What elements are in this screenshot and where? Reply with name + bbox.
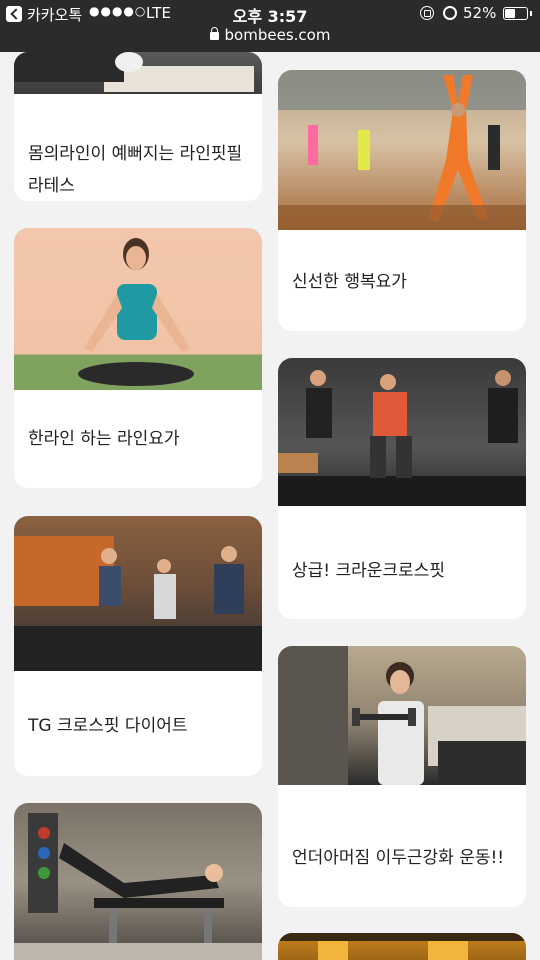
alarm-icon: [443, 6, 457, 20]
card-bench-exercise[interactable]: [14, 803, 262, 960]
pilates-illustration: [14, 52, 254, 92]
clock: 오후 3:57: [232, 7, 308, 26]
url-domain[interactable]: bombees.com: [225, 26, 331, 44]
piggyback-illustration: [14, 536, 262, 671]
bench-exercise-photo: [14, 803, 262, 960]
bicep-curl-illustration: [278, 646, 526, 785]
card-title[interactable]: 상급! 크라운크로스핏: [292, 555, 512, 587]
address-bar[interactable]: bombees.com: [0, 26, 540, 48]
card-gym-interior[interactable]: [278, 933, 526, 960]
battery-percentage: 52%: [463, 4, 497, 22]
card-title[interactable]: 언더아머짐 이두근강화 운동!!: [292, 842, 512, 874]
rotation-lock-icon: [420, 6, 434, 20]
status-bar: 카카오톡 ●●●●○ LTE 오후 3:57 52% bombees.com: [0, 0, 540, 52]
card-title[interactable]: 몸의라인이 예뻐지는 라인핏필라테스: [28, 138, 248, 201]
piggyback-training-photo: [14, 516, 262, 671]
card-tg-crossfit[interactable]: TG 크로스핏 다이어트: [14, 516, 262, 776]
bicep-curl-photo: [278, 646, 526, 785]
meditation-illustration: [78, 238, 194, 386]
crossfit-class-photo: [278, 358, 526, 506]
secure-lock-icon: [209, 27, 219, 40]
crossfit-illustration: [278, 370, 526, 506]
card-title[interactable]: 신선한 행복요가: [292, 266, 512, 298]
battery-level: [505, 9, 515, 18]
card-title[interactable]: TG 크로스핏 다이어트: [28, 710, 248, 742]
card-underarmour-gym[interactable]: 언더아머짐 이두근강화 운동!!: [278, 646, 526, 907]
gym-interior-illustration: [278, 933, 526, 960]
gym-interior-photo: [278, 933, 526, 960]
card-title[interactable]: 한라인 하는 라인요가: [28, 423, 248, 455]
meditation-photo: [14, 228, 262, 390]
yoga-class-illustration: [278, 70, 526, 230]
card-pilates[interactable]: 몸의라인이 예뻐지는 라인핏필라테스: [14, 52, 262, 201]
card-happy-yoga[interactable]: 신선한 행복요가: [278, 70, 526, 331]
pilates-floor-photo: [14, 52, 262, 94]
battery-icon: [503, 7, 532, 20]
card-line-yoga[interactable]: 한라인 하는 라인요가: [14, 228, 262, 488]
card-crown-crossfit[interactable]: 상급! 크라운크로스핏: [278, 358, 526, 619]
yoga-class-photo: [278, 70, 526, 230]
bench-illustration: [14, 813, 262, 960]
